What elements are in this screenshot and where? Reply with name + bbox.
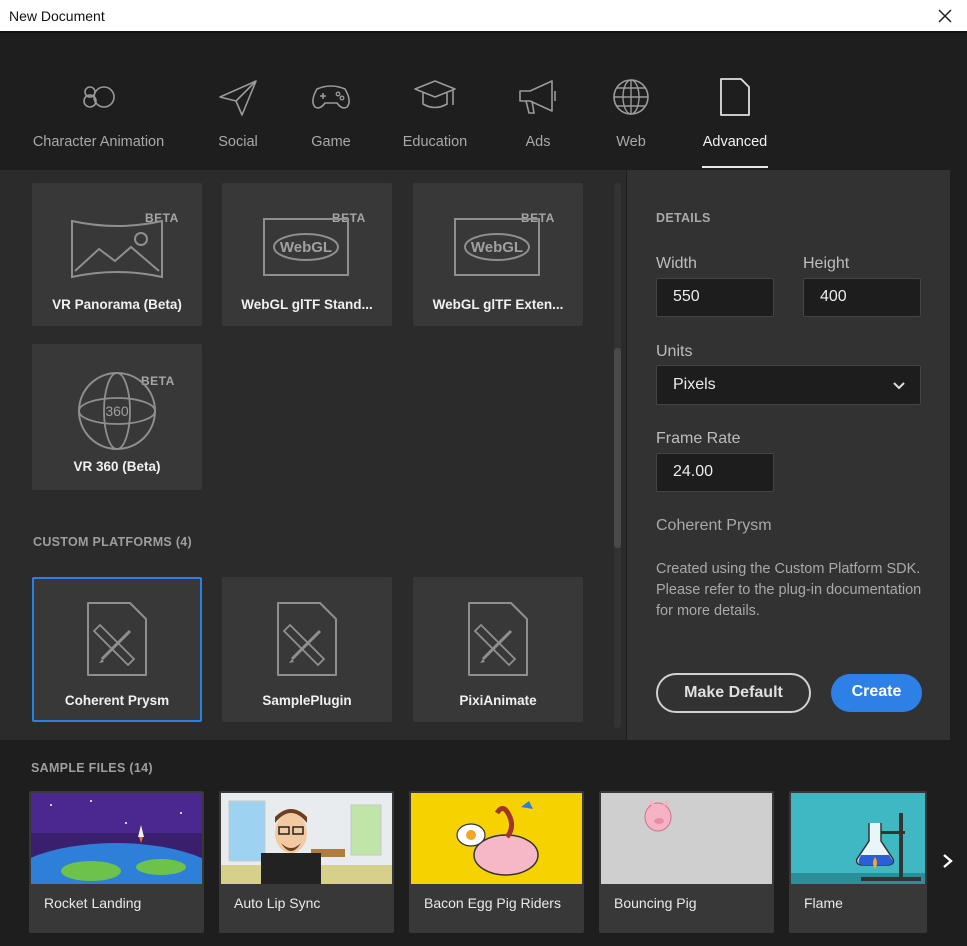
frame-rate-input[interactable]: 24.00 [656,453,774,492]
scrollbar-thumb[interactable] [614,348,621,548]
make-default-button[interactable]: Make Default [656,673,811,713]
webgl-icon: WebGL [454,218,540,276]
units-select[interactable]: Pixels [656,365,921,405]
preset-label: WebGL glTF Stand... [241,297,373,312]
width-label: Width [656,255,697,272]
preset-label: WebGL glTF Exten... [432,297,564,312]
tab-label: Social [218,134,258,150]
preset-name: Coherent Prysm [656,517,772,534]
preset-webgl-gltf-extended[interactable]: BETA WebGL WebGL glTF Exten... [413,183,583,326]
webgl-logo-text: WebGL [280,239,332,256]
vr-panorama-icon [71,219,163,279]
tab-label: Web [616,134,646,150]
tab-education[interactable]: Education [400,35,470,170]
preset-label: Coherent Prysm [64,693,170,708]
webgl-icon: WebGL [263,218,349,276]
units-value: Pixels [673,376,716,393]
tab-character-animation[interactable]: Character Animation [28,35,169,170]
rocket-landing-thumbnail [31,793,202,884]
plugin-document-icon [468,602,528,676]
details-heading: DETAILS [656,211,711,225]
sample-label: Rocket Landing [44,895,142,911]
plugin-document-icon [87,602,147,676]
chevron-right-icon[interactable] [940,852,956,870]
title-bar: New Document [0,0,967,33]
preset-vr-panorama[interactable]: BETA VR Panorama (Beta) [32,183,202,326]
globe-icon [613,79,649,115]
sample-label: Auto Lip Sync [234,895,321,911]
sample-files-heading: SAMPLE FILES (14) [31,761,153,775]
custom-platform-pixianimate[interactable]: PixiAnimate [413,577,583,722]
height-input[interactable]: 400 [803,278,921,317]
custom-platform-sampleplugin[interactable]: SamplePlugin [222,577,392,722]
preset-webgl-gltf-standard[interactable]: BETA WebGL WebGL glTF Stand... [222,183,392,326]
sample-flame[interactable]: Flame [789,791,927,933]
bacon-egg-pig-riders-thumbnail [411,793,582,884]
tab-ads[interactable]: Ads [516,35,560,170]
preset-vr-360[interactable]: BETA 360 VR 360 (Beta) [32,344,202,490]
auto-lip-sync-thumbnail [221,793,392,884]
tab-game[interactable]: Game [300,35,362,170]
tab-label: Ads [525,134,551,150]
details-panel: DETAILS Width 550 Height 400 Units Pixel… [627,170,950,740]
category-tabs: Character Animation Social Game Educatio… [0,35,967,170]
active-tab-indicator [702,166,768,168]
flame-thumbnail [791,793,925,884]
vr-360-text: 360 [105,403,129,419]
frame-rate-label: Frame Rate [656,430,741,447]
sample-bacon-egg-pig-riders[interactable]: Bacon Egg Pig Riders [409,791,584,933]
preset-description: Created using the Custom Platform SDK. P… [656,561,922,619]
preset-label: VR 360 (Beta) [73,459,161,474]
tab-label: Education [402,134,468,150]
paper-plane-icon [219,80,257,116]
character-animation-icon [82,86,115,108]
tab-web[interactable]: Web [607,35,655,170]
create-button[interactable]: Create [831,674,922,712]
document-icon [720,78,750,116]
preset-label: VR Panorama (Beta) [52,297,182,312]
width-input[interactable]: 550 [656,278,774,317]
presets-panel: BETA VR Panorama (Beta) BETA WebGL WebGL… [0,170,626,740]
units-label: Units [656,343,693,360]
plugin-document-icon [277,602,337,676]
tab-label: Game [311,134,351,150]
gamepad-icon [312,85,350,109]
bouncing-pig-thumbnail [601,793,772,884]
sample-auto-lip-sync[interactable]: Auto Lip Sync [219,791,394,933]
webgl-logo-text: WebGL [471,239,523,256]
chevron-down-icon [893,382,905,390]
window-title: New Document [9,8,105,24]
sample-label: Bouncing Pig [614,895,697,911]
sample-label: Bacon Egg Pig Riders [424,895,561,911]
close-icon[interactable] [933,4,957,28]
tab-social[interactable]: Social [206,35,270,170]
megaphone-icon [519,80,556,114]
graduation-cap-icon [414,80,456,109]
height-label: Height [803,255,850,272]
sample-label: Flame [804,895,843,911]
preset-label: PixiAnimate [459,693,537,708]
custom-platforms-heading: CUSTOM PLATFORMS (4) [33,535,193,549]
tab-label: Advanced [702,134,768,150]
custom-platform-coherent-prysm[interactable]: Coherent Prysm [32,577,202,722]
sample-bouncing-pig[interactable]: Bouncing Pig [599,791,774,933]
vr-360-icon: 360 [78,372,156,450]
sample-rocket-landing[interactable]: Rocket Landing [29,791,204,933]
preset-label: SamplePlugin [262,693,352,708]
tab-label: Character Animation [32,134,165,150]
tab-advanced[interactable]: Advanced [702,35,768,170]
presets-scrollbar[interactable] [614,183,621,728]
